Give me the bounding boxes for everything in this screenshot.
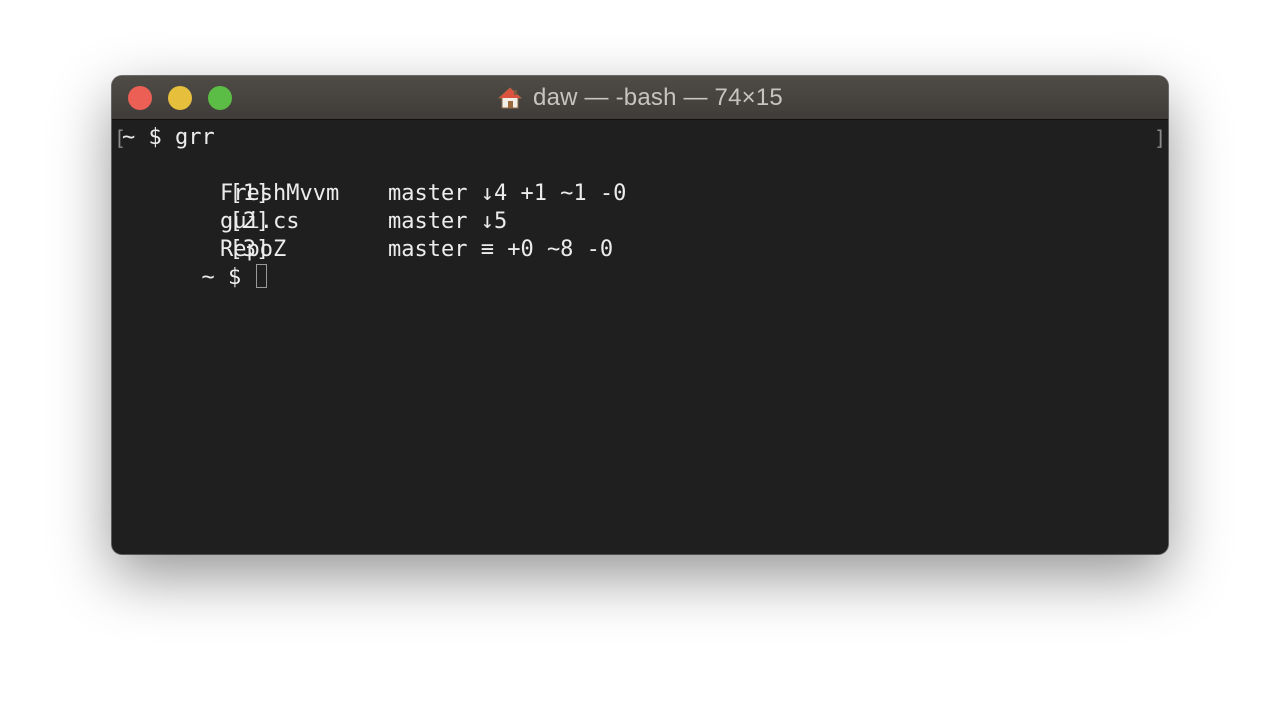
window-title: daw — -bash — 74×15: [533, 83, 783, 111]
terminal-window: daw — -bash — 74×15 [ ] ~ $ grr [1] Fresh…: [112, 76, 1168, 554]
repo-status: master ↓4 +1 ~1 -0: [388, 181, 627, 206]
mark-right: ]: [1153, 126, 1166, 150]
title-bar[interactable]: daw — -bash — 74×15: [112, 76, 1168, 120]
home-icon: [497, 86, 523, 108]
text-cursor: [256, 264, 268, 288]
command-line: ~ $ grr: [122, 125, 215, 150]
prompt: ~ $: [201, 265, 255, 290]
terminal-content[interactable]: [ ] ~ $ grr [1] FreshMvvm master ↓4 +1 ~1 …: [112, 120, 1168, 554]
window-title-container: daw — -bash — 74×15: [112, 76, 1168, 119]
prompt-line[interactable]: ~ $: [122, 236, 268, 320]
repo-status: master ↓5: [388, 209, 508, 234]
repo-status: master ≡ +0 ~8 -0: [388, 237, 614, 262]
